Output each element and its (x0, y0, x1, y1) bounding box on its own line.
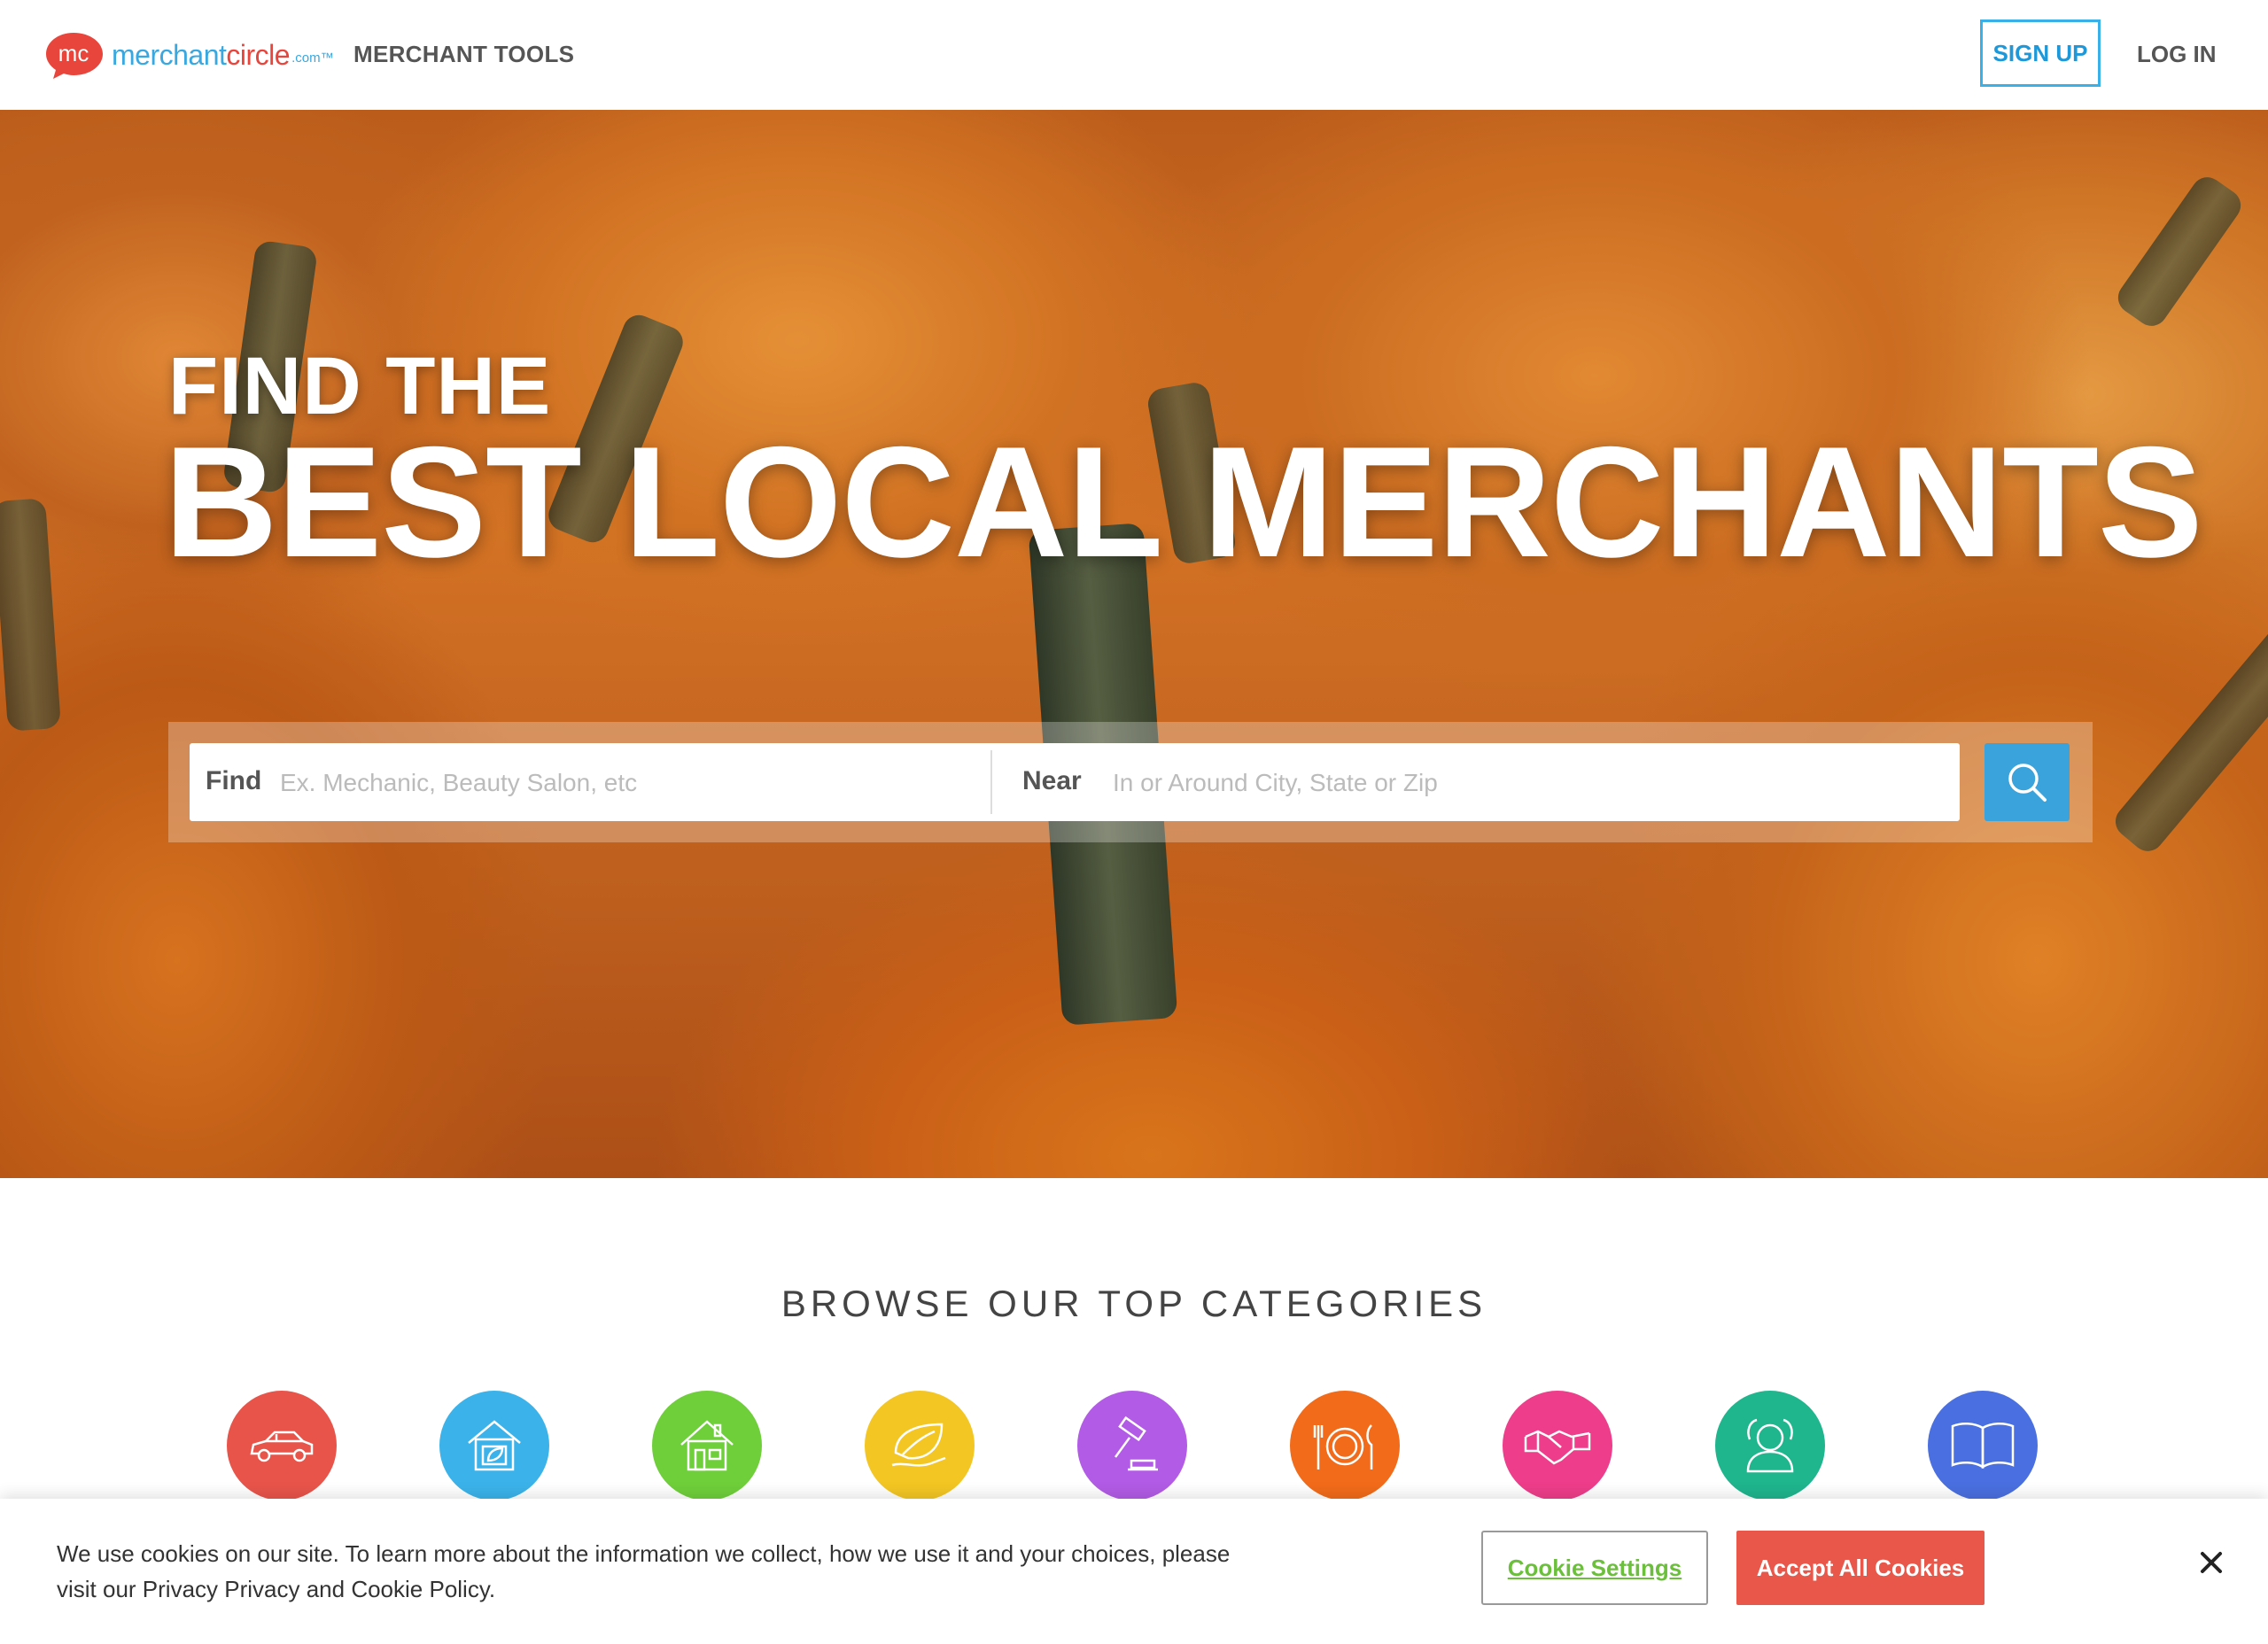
find-input[interactable] (278, 757, 982, 809)
logo-wordmark: merchantcircle (112, 38, 291, 72)
gavel-icon (1114, 1415, 1158, 1471)
search-divider (990, 750, 992, 814)
search-fields: Find Near (190, 743, 1960, 821)
category-real-estate[interactable] (652, 1391, 762, 1501)
near-label: Near (1022, 766, 1082, 795)
home-leaf-icon (468, 1420, 521, 1471)
category-business-services[interactable] (1503, 1391, 1612, 1501)
house-icon (680, 1420, 734, 1471)
merchantcircle-logo[interactable]: mc merchantcircle .com™ (44, 28, 334, 81)
cookie-notice-text: We use cookies on our site. To learn mor… (57, 1540, 1231, 1602)
site-header: mc merchantcircle .com™ MERCHANT TOOLS S… (0, 0, 2268, 111)
mc-logo-icon: mc (46, 33, 103, 79)
search-bar: Find Near (168, 722, 2093, 842)
logo-text-a: merchant (112, 38, 227, 71)
people-icon (1746, 1418, 1794, 1473)
cookie-close-button[interactable] (2194, 1545, 2229, 1580)
category-education[interactable] (1928, 1391, 2038, 1501)
book-icon (1951, 1423, 2015, 1470)
search-icon (2008, 764, 2047, 802)
cookie-banner: We use cookies on our site. To learn mor… (0, 1499, 2268, 1644)
leaf-hand-icon (891, 1423, 946, 1467)
car-icon (250, 1431, 314, 1462)
log-in-link[interactable]: LOG IN (2137, 41, 2217, 68)
merchant-tools-link[interactable]: MERCHANT TOOLS (353, 41, 574, 68)
category-restaurants[interactable] (1290, 1391, 1400, 1501)
logo-text-b: circle (226, 38, 291, 71)
category-health-wellness[interactable] (865, 1391, 975, 1501)
category-home-garden[interactable] (439, 1391, 549, 1501)
logo-badge-text: mc (58, 40, 89, 66)
logo-tld: .com™ (291, 50, 334, 66)
cookie-settings-button[interactable]: Cookie Settings (1481, 1531, 1708, 1605)
hero-overlay (0, 110, 2268, 1178)
categories-heading: BROWSE OUR TOP CATEGORIES (781, 1283, 1487, 1324)
near-input[interactable] (1111, 757, 1947, 809)
hero-banner (0, 110, 2268, 1178)
category-legal[interactable] (1077, 1391, 1187, 1501)
dining-icon (1313, 1424, 1373, 1470)
hero-title-big: BEST LOCAL MERCHANTS (164, 414, 2203, 590)
search-button[interactable] (1984, 743, 2070, 821)
accept-all-cookies-button[interactable]: Accept All Cookies (1736, 1531, 1984, 1605)
handshake-icon (1524, 1430, 1591, 1465)
close-icon (2201, 1552, 2222, 1573)
category-auto[interactable] (227, 1391, 337, 1501)
category-community[interactable] (1715, 1391, 1825, 1501)
sign-up-button[interactable]: SIGN UP (1980, 19, 2101, 87)
find-label: Find (206, 766, 262, 795)
